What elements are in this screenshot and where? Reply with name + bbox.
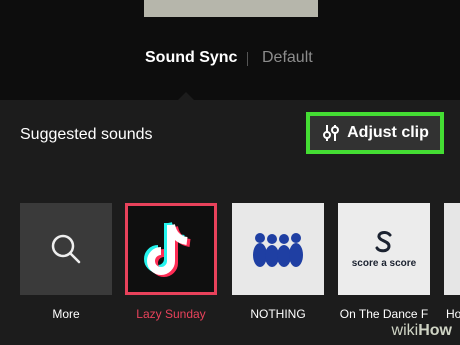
score-art-text: score a score <box>351 257 417 269</box>
sound-label: Hor <box>446 307 460 321</box>
more-thumb[interactable] <box>20 203 112 295</box>
adjust-clip-label: Adjust clip <box>347 124 429 141</box>
sound-item-lazy-sunday[interactable]: Lazy Sunday <box>125 203 217 321</box>
sound-item-on-the-dance[interactable]: score a score On The Dance F <box>338 203 430 321</box>
sound-label: More <box>52 307 80 321</box>
sound-item-nothing[interactable]: NOTHING <box>232 203 324 321</box>
nothing-thumb[interactable] <box>232 203 324 295</box>
sound-item-more[interactable]: More <box>20 203 112 321</box>
sound-label: Lazy Sunday <box>136 307 206 321</box>
watermark-wiki: wiki <box>391 322 419 339</box>
album-art-icon <box>253 233 303 267</box>
sound-label: NOTHING <box>250 307 306 321</box>
tiktok-logo-icon <box>144 222 191 277</box>
tab-default[interactable]: Default <box>262 49 313 67</box>
score-a-score-logo-icon <box>375 230 392 252</box>
watermark-how: How <box>418 322 452 339</box>
wikihow-watermark: wikiHow <box>392 322 452 340</box>
search-icon <box>51 234 81 264</box>
partial-thumb[interactable] <box>444 203 460 295</box>
tab-sound-sync[interactable]: Sound Sync <box>145 49 237 67</box>
panel-title: Suggested sounds <box>20 126 153 143</box>
adjust-clip-button[interactable]: Adjust clip <box>306 112 444 154</box>
score-thumb[interactable]: score a score <box>338 203 430 295</box>
sliders-icon <box>323 125 340 141</box>
tab-divider <box>247 52 248 66</box>
lazy-sunday-thumb[interactable] <box>125 203 217 295</box>
sound-label: On The Dance F <box>339 307 429 321</box>
sound-item-partial[interactable]: Hor <box>444 203 460 333</box>
sound-mode-tabs: Sound Sync Default <box>0 49 460 71</box>
video-preview-thumbnail <box>144 0 318 17</box>
